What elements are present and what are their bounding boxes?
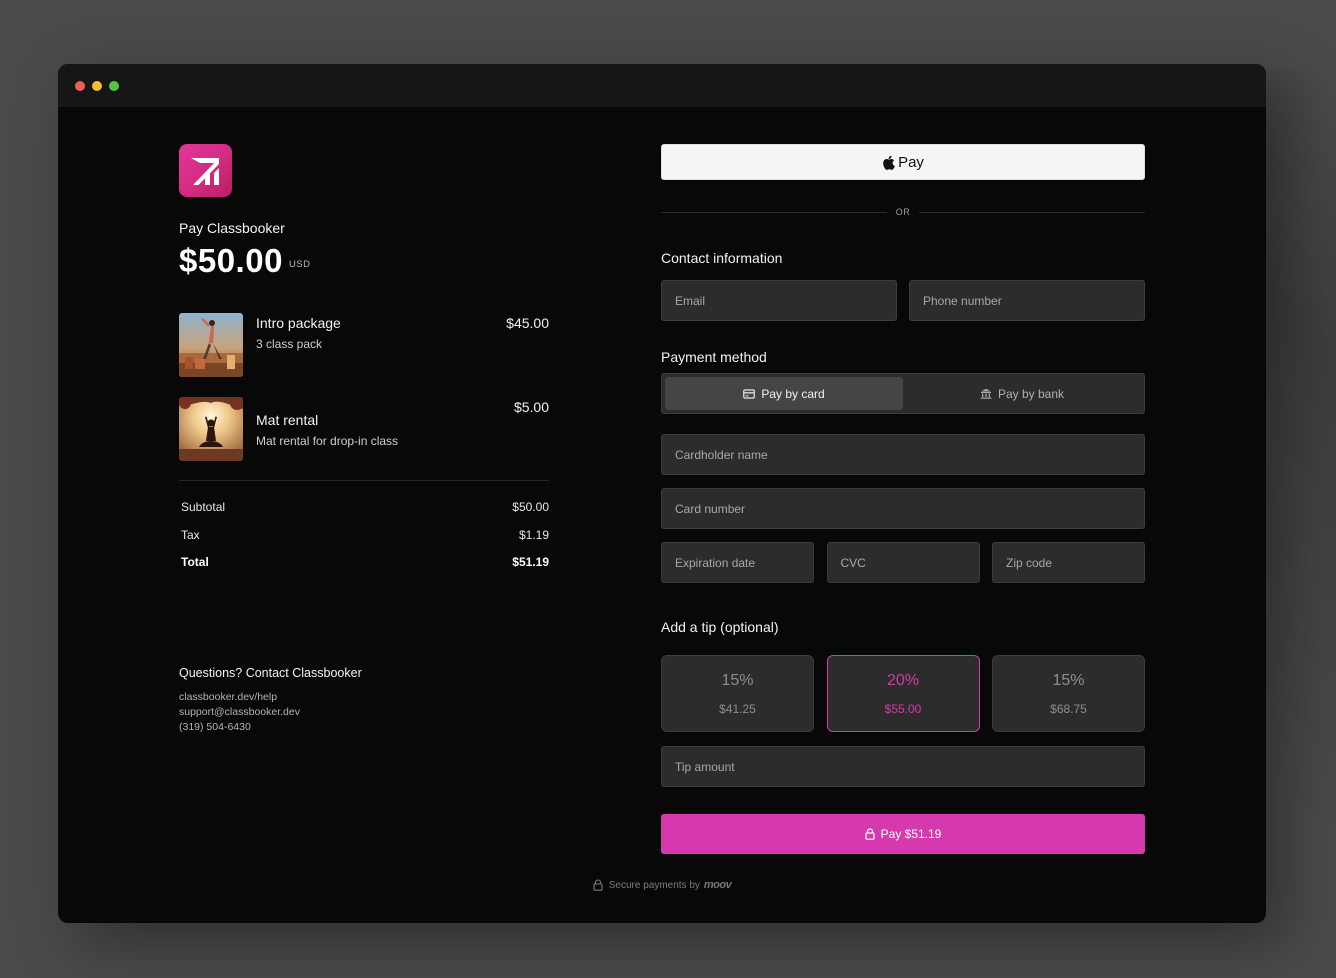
tip-option[interactable]: 15% $68.75	[992, 655, 1145, 732]
card-number-field[interactable]: Card number	[661, 488, 1145, 529]
email-field[interactable]: Email	[661, 280, 897, 321]
tip-amount-value: $41.25	[719, 702, 756, 716]
cvc-field[interactable]: CVC	[826, 542, 980, 583]
item-description: Mat rental for drop-in class	[256, 434, 399, 448]
contact-info-title: Contact information	[661, 250, 783, 266]
tip-amount-value: $55.00	[884, 702, 922, 716]
minimize-window-button[interactable]	[92, 81, 102, 91]
tip-options: 15% $41.25 20% $55.00 15% $68.75	[661, 655, 1145, 732]
cardholder-name-field[interactable]: Cardholder name	[661, 434, 1145, 475]
tax-value: $1.19	[518, 527, 549, 542]
payment-form: Pay OR Contact information Email Phone n…	[661, 144, 1145, 854]
apple-pay-button[interactable]: Pay	[661, 144, 1145, 180]
tax-row: Tax $1.19	[179, 528, 549, 556]
support-email-link[interactable]: support@classbooker.dev	[179, 705, 362, 720]
pay-by-bank-label: Pay by bank	[997, 386, 1065, 401]
currency-label: USD	[288, 259, 311, 270]
browser-window: Pay Classbooker $50.00 USD Intro package…	[58, 64, 1266, 923]
payment-method-toggle: Pay by card Pay by bank	[661, 373, 1145, 414]
tax-label: Tax	[181, 527, 200, 542]
tip-title: Add a tip (optional)	[661, 619, 779, 635]
total-row: Total $51.19	[179, 555, 549, 583]
total-value: $51.19	[512, 555, 549, 569]
subtotal-value: $50.00	[512, 500, 549, 514]
subtotal-label: Subtotal	[181, 500, 226, 514]
subtotal-row: Subtotal $50.00	[179, 500, 549, 528]
contact-fields: Email Phone number	[661, 280, 1145, 321]
merchant-label: Pay Classbooker	[179, 220, 285, 236]
pay-by-card-label: Pay by card	[761, 386, 825, 401]
lock-icon	[593, 879, 603, 891]
meditation-silhouette-photo	[179, 397, 243, 461]
pay-button-label: Pay $51.19	[880, 827, 942, 841]
moov-logo[interactable]: moov	[704, 879, 732, 891]
or-label: OR	[895, 207, 911, 217]
close-window-button[interactable]	[75, 81, 85, 91]
phone-field[interactable]: Phone number	[909, 280, 1145, 321]
total-label: Total	[181, 555, 209, 569]
tip-percent: 15%	[1052, 672, 1085, 689]
item-name: Intro package	[256, 315, 341, 331]
window-titlebar	[58, 64, 1266, 107]
pay-by-card-tab[interactable]: Pay by card	[665, 377, 903, 410]
payment-method-title: Payment method	[661, 349, 767, 365]
credit-card-icon	[743, 388, 756, 399]
secure-payments-label: Secure payments by	[608, 879, 700, 891]
summary-divider	[179, 480, 549, 481]
tip-option-selected[interactable]: 20% $55.00	[826, 655, 980, 732]
contact-title: Questions? Contact Classbooker	[179, 666, 362, 680]
secure-payments-footer: Secure payments by moov	[58, 879, 1266, 891]
tip-option[interactable]: 15% $41.25	[661, 655, 814, 732]
expiration-date-field[interactable]: Expiration date	[661, 542, 814, 583]
classbooker-logo-icon	[179, 144, 232, 197]
line-item: Mat rental Mat rental for drop-in class …	[179, 397, 549, 461]
yoga-group-photo	[179, 313, 243, 377]
support-phone[interactable]: (319) 504-6430	[179, 720, 362, 735]
window-shadow	[1266, 70, 1336, 978]
or-divider: OR	[661, 207, 1145, 217]
line-item: Intro package 3 class pack $45.00	[179, 313, 549, 377]
apple-pay-label: Pay	[898, 153, 924, 171]
apple-icon	[882, 155, 895, 170]
pay-button[interactable]: Pay $51.19	[661, 814, 1145, 854]
merchant-contact: Questions? Contact Classbooker classbook…	[179, 666, 362, 735]
pay-by-bank-tab[interactable]: Pay by bank	[903, 377, 1141, 410]
tip-percent: 15%	[721, 672, 754, 689]
item-name: Mat rental	[256, 412, 319, 428]
tip-amount-value: $68.75	[1050, 702, 1087, 716]
order-amount: $50.00	[179, 242, 283, 279]
zip-code-field[interactable]: Zip code	[992, 542, 1145, 583]
order-summary: Pay Classbooker $50.00 USD Intro package…	[179, 144, 549, 583]
tip-amount-field[interactable]: Tip amount	[661, 746, 1145, 787]
lock-icon	[865, 828, 875, 840]
bank-icon	[980, 388, 992, 399]
item-price: $5.00	[513, 399, 549, 415]
totals: Subtotal $50.00 Tax $1.19 Total $51.19	[179, 500, 549, 583]
tip-percent: 20%	[886, 672, 920, 689]
maximize-window-button[interactable]	[109, 81, 119, 91]
amount-row: $50.00 USD	[179, 244, 549, 278]
help-link[interactable]: classbooker.dev/help	[179, 690, 362, 705]
card-details-row: Expiration date CVC Zip code	[661, 542, 1145, 583]
item-description: 3 class pack	[256, 337, 323, 351]
item-price: $45.00	[506, 315, 549, 331]
